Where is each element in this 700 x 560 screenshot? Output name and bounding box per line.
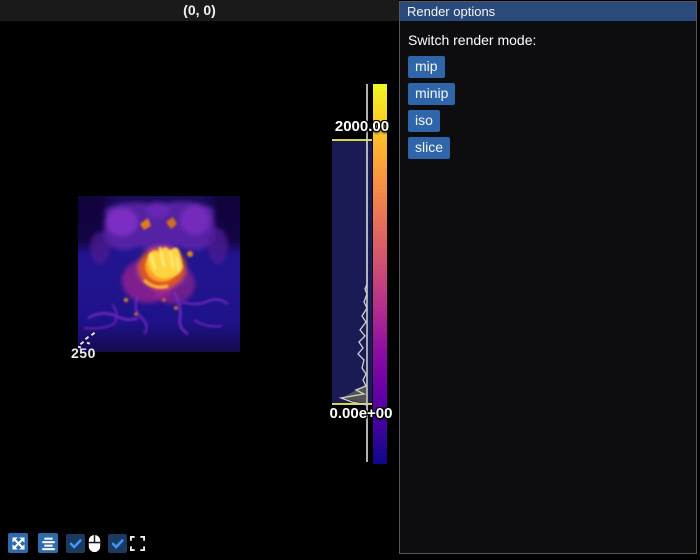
axis-tick-label: 250 <box>71 345 96 361</box>
checkmark-icon <box>68 536 83 551</box>
panzoom-checkbox[interactable] <box>66 534 85 553</box>
mouse-icon <box>87 534 102 553</box>
subplot-title: (0, 0) <box>0 0 399 21</box>
center-scene-button[interactable] <box>38 533 58 553</box>
subplot-toolbar <box>8 533 145 553</box>
maintain-aspect-checkbox[interactable] <box>108 534 127 553</box>
autoscale-button[interactable] <box>8 533 28 553</box>
align-center-icon <box>41 536 56 551</box>
mode-button-minip[interactable]: minip <box>408 83 455 105</box>
render-options-panel: Render options Switch render mode: mip m… <box>399 1 697 554</box>
mode-button-mip[interactable]: mip <box>408 56 445 78</box>
mode-button-iso[interactable]: iso <box>408 110 440 132</box>
switch-render-mode-label: Switch render mode: <box>408 32 688 48</box>
expand-arrows-icon <box>11 536 26 551</box>
lut-vmin-label: 0.00e+00 <box>322 405 400 422</box>
subplot-viewport[interactable]: (0, 0) <box>0 0 399 560</box>
checkmark-icon <box>110 536 125 551</box>
panel-body: Switch render mode: mip minip iso slice <box>400 21 696 173</box>
dashed-square-icon <box>130 536 145 551</box>
volume-render-image[interactable] <box>78 196 240 352</box>
mode-button-slice[interactable]: slice <box>408 137 450 159</box>
application-window: (0, 0) <box>0 0 700 560</box>
lut-vmax-label: 2000.00 <box>326 118 398 135</box>
panel-title-bar[interactable]: Render options <box>400 2 696 21</box>
